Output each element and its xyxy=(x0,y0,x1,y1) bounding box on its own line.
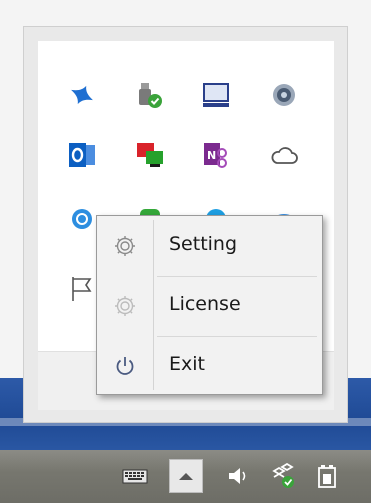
speaker-icon[interactable] xyxy=(226,463,252,489)
gear-icon xyxy=(113,234,137,258)
menu-item-label: License xyxy=(169,293,241,315)
battery-icon[interactable] xyxy=(314,463,340,489)
menu-item-license[interactable]: License xyxy=(99,278,320,334)
onenote-icon[interactable]: N xyxy=(200,139,232,171)
display-icon[interactable] xyxy=(200,79,232,111)
network-monitor-icon[interactable] xyxy=(134,139,166,171)
blue-app-icon[interactable] xyxy=(66,203,98,235)
usb-safe-remove-icon[interactable] xyxy=(134,79,166,111)
outlook-icon[interactable] xyxy=(66,139,98,171)
flag-icon[interactable] xyxy=(66,273,98,305)
cloud-icon[interactable] xyxy=(268,139,300,171)
context-menu: Setting License Exit xyxy=(96,215,323,395)
network-status-icon[interactable] xyxy=(270,462,296,489)
disc-icon[interactable] xyxy=(268,79,300,111)
menu-item-setting[interactable]: Setting xyxy=(99,218,320,274)
gear-faded-icon xyxy=(113,294,137,318)
menu-item-exit[interactable]: Exit xyxy=(99,338,320,394)
chevron-up-icon xyxy=(179,473,193,480)
menu-separator xyxy=(157,336,317,337)
menu-separator xyxy=(157,276,317,277)
menu-item-label: Exit xyxy=(169,353,205,375)
svg-text:N: N xyxy=(207,149,216,162)
keyboard-icon[interactable] xyxy=(122,463,148,489)
power-icon xyxy=(113,354,137,378)
menu-item-label: Setting xyxy=(169,233,238,255)
splashtop-icon[interactable] xyxy=(66,79,98,111)
show-hidden-icons-button[interactable] xyxy=(169,459,203,493)
